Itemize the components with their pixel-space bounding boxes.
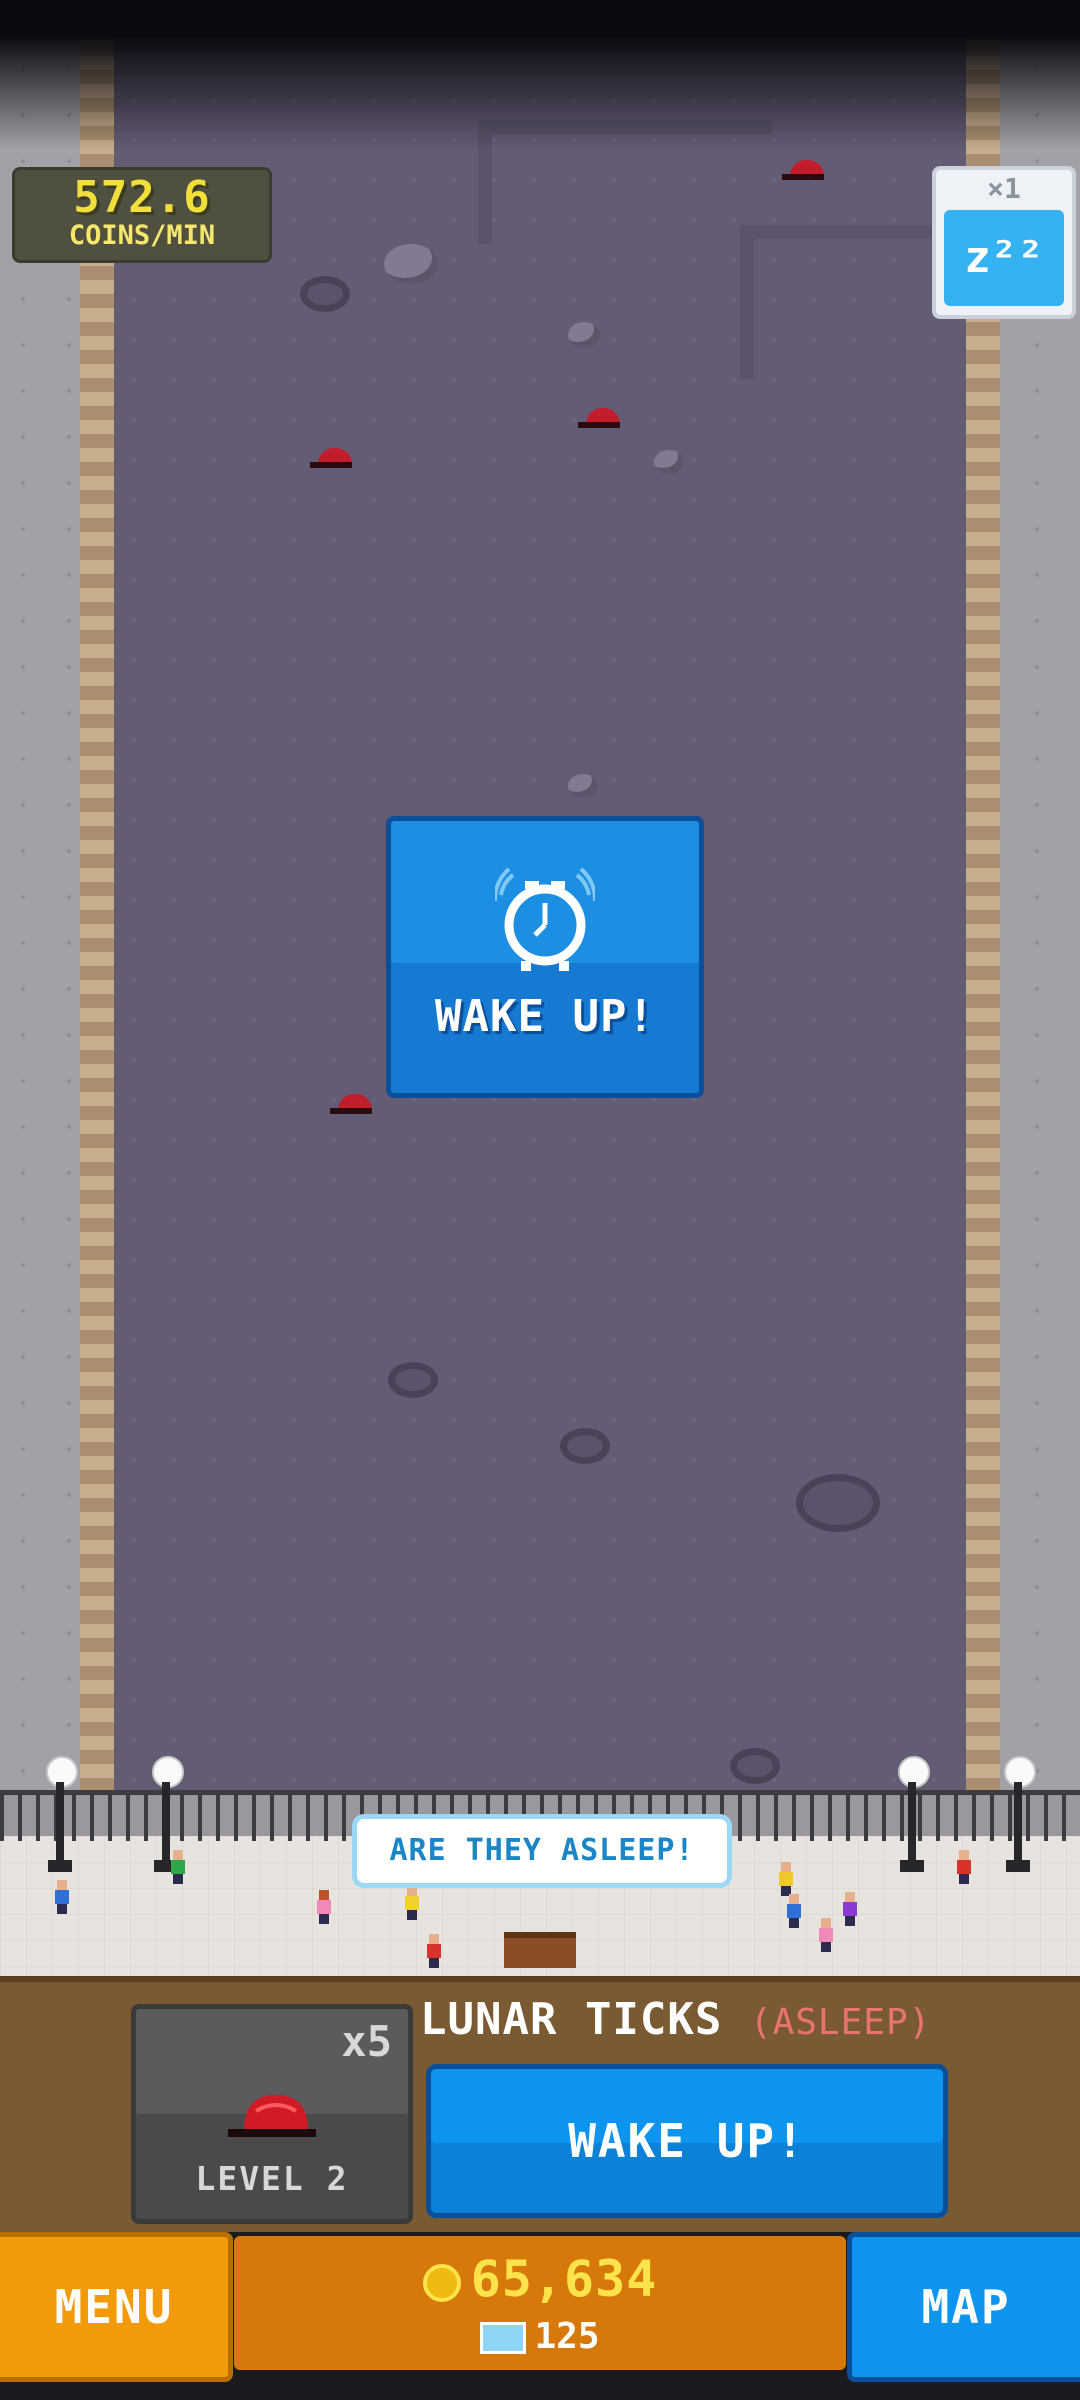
lunar-tick[interactable] (782, 160, 824, 180)
moon-rock (654, 450, 684, 474)
visitor (786, 1894, 802, 1928)
moon-crater (560, 1428, 610, 1464)
visitor (956, 1850, 972, 1884)
visitor (426, 1934, 442, 1968)
lunar-tick[interactable] (578, 408, 620, 428)
alarm-clock-icon (495, 867, 595, 971)
coin-amount: 65,634 (470, 2250, 658, 2308)
coin-balance: 65,634 (234, 2250, 846, 2308)
creature-card[interactable]: x5 LEVEL 2 (131, 2004, 413, 2224)
creature-level: LEVEL 2 (195, 2159, 349, 2198)
coins-rate-unit: COINS/MIN (68, 220, 216, 251)
moon-rock (384, 244, 438, 284)
map-button[interactable]: MAP (847, 2232, 1080, 2382)
visitor (778, 1862, 794, 1896)
top-shade (0, 0, 1080, 150)
wake-up-button[interactable]: WAKE UP! (426, 2064, 948, 2218)
gem-amount: 125 (534, 2316, 600, 2357)
menu-button[interactable]: MENU (0, 2232, 233, 2382)
visitor (842, 1892, 858, 1926)
park-bench (504, 1932, 576, 1968)
wake-up-card-label: WAKE UP! (435, 991, 655, 1042)
creature-count: x5 (341, 2017, 392, 2066)
sleep-zzz-icon: z²² (944, 210, 1064, 306)
sleep-multiplier: ×1 (987, 172, 1021, 205)
moon-crater (388, 1362, 438, 1398)
creature-title: LUNAR TICKS (ASLEEP) (420, 1994, 931, 2045)
coin-icon (422, 2263, 461, 2302)
ground-crack (740, 225, 954, 379)
visitor (818, 1918, 834, 1952)
visitor (316, 1890, 332, 1924)
wake-up-card[interactable]: WAKE UP! (386, 816, 704, 1098)
gem-balance: 125 (234, 2316, 846, 2357)
currency-balance: 65,634 125 (234, 2236, 846, 2370)
lunar-tick[interactable] (330, 1094, 372, 1114)
moon-rock (568, 774, 598, 798)
street-lamp (1000, 1756, 1036, 1876)
visitor (404, 1886, 420, 1920)
gem-icon (480, 2322, 527, 2354)
street-lamp (42, 1756, 78, 1876)
lunar-tick[interactable] (310, 448, 352, 468)
coins-per-minute-badge: 572.6 COINS/MIN (12, 167, 272, 263)
street-lamp (894, 1756, 930, 1876)
creature-state: (ASLEEP) (749, 2002, 932, 2043)
coins-rate-value: 572.6 (73, 172, 211, 223)
moon-crater (730, 1748, 780, 1784)
moon-crater (796, 1474, 880, 1532)
visitor (54, 1880, 70, 1914)
visitor-speech-bubble: ARE THEY ASLEEP! (352, 1814, 732, 1888)
game-screen: 572.6 COINS/MIN ×1 z²² WAKE UP! ARE THEY… (0, 0, 1080, 2400)
field-rim-left (80, 0, 114, 1790)
visitor (170, 1850, 186, 1884)
moon-rock (568, 322, 600, 348)
lunar-tick-icon (228, 2095, 316, 2137)
sleep-multiplier-button[interactable]: ×1 z²² (932, 166, 1076, 319)
moon-crater (300, 276, 350, 312)
creature-name: LUNAR TICKS (420, 1994, 723, 2045)
